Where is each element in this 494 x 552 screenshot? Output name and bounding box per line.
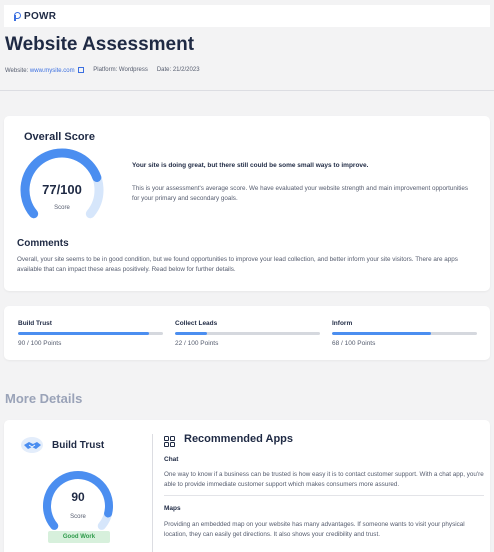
metric-build-trust: Build Trust 90 / 100 Points xyxy=(18,320,163,347)
metric-progress-bar xyxy=(175,332,320,335)
comments-title: Comments xyxy=(17,238,69,249)
vertical-divider xyxy=(152,434,153,552)
metrics-card: Build Trust 90 / 100 Points Collect Lead… xyxy=(4,306,490,360)
overall-score-label: Score xyxy=(54,205,70,211)
comments-text: Overall, your site seems to be in good c… xyxy=(17,256,458,274)
build-trust-score: 90 xyxy=(71,490,85,504)
overall-score-value: 77/100 xyxy=(42,182,82,197)
metric-progress-fill xyxy=(332,332,431,335)
build-trust-title: Build Trust xyxy=(52,440,105,451)
app-description-maps: Providing an embedded map on your websit… xyxy=(164,521,465,539)
app-name-chat[interactable]: Chat xyxy=(164,456,178,463)
overall-score-title: Overall Score xyxy=(24,131,95,143)
metric-progress-fill xyxy=(175,332,207,335)
metric-points: 90 / 100 Points xyxy=(18,340,62,347)
site-meta: Website: www.mysite.com Platform: Wordpr… xyxy=(5,66,200,74)
metric-progress-bar xyxy=(332,332,477,335)
score-headline: Your site is doing great, but there stil… xyxy=(132,162,369,169)
platform-meta: Platform: Wordpress xyxy=(93,67,148,73)
metric-progress-fill xyxy=(18,332,149,335)
website-link[interactable]: www.mysite.com xyxy=(30,68,75,74)
metric-inform: Inform 68 / 100 Points xyxy=(332,320,477,347)
recommended-apps-title: Recommended Apps xyxy=(184,433,294,445)
metric-points: 68 / 100 Points xyxy=(332,340,376,347)
apps-grid-icon xyxy=(164,436,175,447)
metric-name: Inform xyxy=(332,320,353,327)
powr-logo[interactable]: POWR xyxy=(14,11,56,22)
status-badge: Good Work xyxy=(48,531,110,543)
website-meta: Website: www.mysite.com xyxy=(5,66,85,74)
app-name-maps[interactable]: Maps xyxy=(164,505,181,512)
score-description: This is your assessment's average score.… xyxy=(132,185,469,203)
website-label: Website: xyxy=(5,68,29,74)
metric-name: Collect Leads xyxy=(175,320,218,327)
metric-progress-bar xyxy=(18,332,163,335)
app-separator xyxy=(164,495,484,496)
metric-points: 22 / 100 Points xyxy=(175,340,219,347)
metric-name: Build Trust xyxy=(18,320,52,327)
more-details-title: More Details xyxy=(5,391,83,406)
app-description-chat: One way to know if a business can be tru… xyxy=(164,471,484,489)
header-divider xyxy=(0,90,494,91)
overall-score-card: Overall Score 77/100 Score Your site is … xyxy=(4,116,490,291)
top-bar: POWR xyxy=(4,5,490,27)
build-trust-detail-card: Build Trust 90 Score Good Work Recommend… xyxy=(4,420,490,552)
build-trust-score-label: Score xyxy=(70,514,86,520)
date-meta: Date: 21/2/2023 xyxy=(156,67,200,73)
external-link-icon[interactable] xyxy=(78,67,85,73)
brand-name: POWR xyxy=(24,10,57,22)
metric-collect-leads: Collect Leads 22 / 100 Points xyxy=(175,320,320,347)
handshake-icon xyxy=(21,437,43,453)
page-title: Website Assessment xyxy=(5,34,195,55)
powr-logo-icon xyxy=(14,11,21,21)
